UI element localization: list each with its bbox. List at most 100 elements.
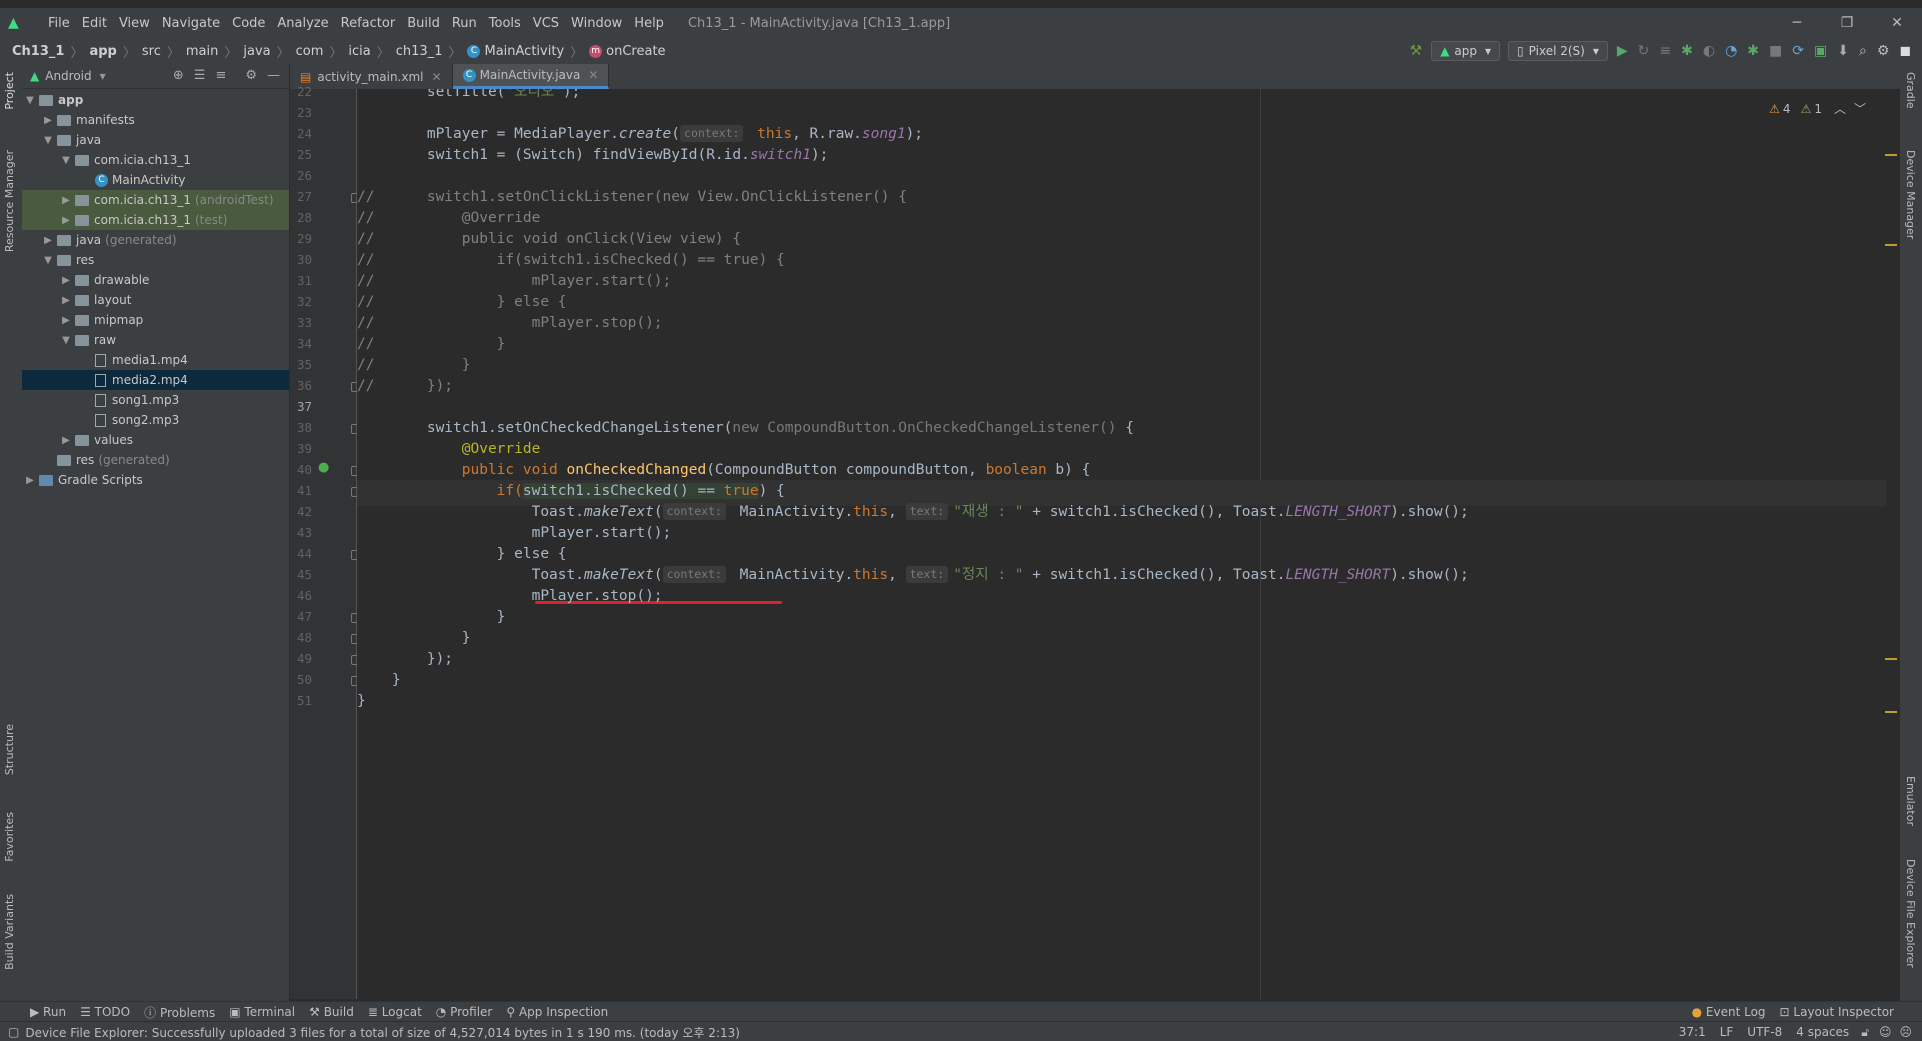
tree-item[interactable]: ▶ manifests xyxy=(22,110,289,130)
tree-item[interactable]: ▶ com.icia.ch13_1 (androidTest) xyxy=(22,190,289,210)
chevron-right-icon[interactable]: ▶ xyxy=(24,475,36,486)
notifications-icon[interactable]: ☹ xyxy=(1899,1025,1912,1039)
tree-item[interactable]: ▶ mipmap xyxy=(22,310,289,330)
menu-view[interactable]: View xyxy=(113,16,156,31)
crumb-com[interactable]: com xyxy=(296,44,324,59)
menu-build[interactable]: Build xyxy=(401,16,446,31)
tree-item[interactable]: res (generated) xyxy=(22,450,289,470)
sync-gradle-icon[interactable]: ⟳ xyxy=(1792,43,1804,59)
layout-inspector-tab[interactable]: ⊡ Layout Inspector xyxy=(1780,1005,1894,1019)
tree-item[interactable]: song2.mp3 xyxy=(22,410,289,430)
terminal-tab[interactable]: ▣ Terminal xyxy=(229,1005,295,1019)
menu-analyze[interactable]: Analyze xyxy=(271,16,334,31)
device-select[interactable]: ▯ Pixel 2(S) ▾ xyxy=(1508,41,1608,61)
line-number[interactable]: 23 xyxy=(290,105,312,120)
code-editor[interactable]: setTitle("오디오"); mPlayer = MediaPlayer.c… xyxy=(357,89,1892,999)
line-number[interactable]: 42 xyxy=(290,504,312,519)
line-number[interactable]: 36 xyxy=(290,378,312,393)
line-number[interactable]: 51 xyxy=(290,693,312,708)
hammer-icon[interactable]: ⚒ xyxy=(1410,43,1423,59)
app-inspection-tab[interactable]: ⚲ App Inspection xyxy=(506,1005,608,1019)
line-number[interactable]: 39 xyxy=(290,441,312,456)
menu-file[interactable]: File xyxy=(42,16,76,31)
tool-tab-device-manager[interactable]: Device Manager xyxy=(1904,150,1917,239)
line-number[interactable]: 26 xyxy=(290,168,312,183)
tree-item[interactable]: ▼ java xyxy=(22,130,289,150)
line-number[interactable]: 35 xyxy=(290,357,312,372)
chevron-down-icon[interactable]: ▼ xyxy=(42,255,54,266)
menu-edit[interactable]: Edit xyxy=(76,16,113,31)
line-number[interactable]: 27 xyxy=(290,189,312,204)
close-icon[interactable]: ✕ xyxy=(1872,8,1922,38)
tree-item[interactable]: song1.mp3 xyxy=(22,390,289,410)
line-separator[interactable]: LF xyxy=(1720,1025,1734,1039)
menu-navigate[interactable]: Navigate xyxy=(156,16,226,31)
line-number[interactable]: 46 xyxy=(290,588,312,603)
menu-help[interactable]: Help xyxy=(628,16,670,31)
tree-item[interactable]: ▼ app xyxy=(22,90,289,110)
chevron-right-icon[interactable]: ▶ xyxy=(42,235,54,246)
tree-item[interactable]: ▼ com.icia.ch13_1 xyxy=(22,150,289,170)
line-number[interactable]: 45 xyxy=(290,567,312,582)
device-manager-icon[interactable]: ▣ xyxy=(1814,43,1827,59)
rerun-icon[interactable]: ↻ xyxy=(1638,43,1650,59)
tool-tab-structure[interactable]: Structure xyxy=(3,724,16,775)
chevron-down-icon[interactable]: ▼ xyxy=(24,95,36,106)
scroll-warning-marker[interactable] xyxy=(1885,244,1897,246)
tool-tab-emulator[interactable]: Emulator xyxy=(1904,776,1917,826)
line-number[interactable]: 28 xyxy=(290,210,312,225)
tool-tab-favorites[interactable]: Favorites xyxy=(3,812,16,862)
hide-icon[interactable]: — xyxy=(267,68,280,83)
line-number[interactable]: 31 xyxy=(290,273,312,288)
tree-item[interactable]: ▼ raw xyxy=(22,330,289,350)
crumb-package[interactable]: ch13_1 xyxy=(396,44,443,59)
chevron-right-icon[interactable]: ▶ xyxy=(60,315,72,326)
line-number[interactable]: 49 xyxy=(290,651,312,666)
chevron-right-icon[interactable]: ▶ xyxy=(60,215,72,226)
locate-icon[interactable]: ⊕ xyxy=(173,68,184,83)
file-encoding[interactable]: UTF-8 xyxy=(1747,1025,1782,1039)
profiler-tab[interactable]: ◔ Profiler xyxy=(436,1005,493,1019)
line-number[interactable]: 32 xyxy=(290,294,312,309)
gear-icon[interactable]: ⚙ xyxy=(245,68,257,83)
settings-icon[interactable]: ⚙ xyxy=(1877,43,1890,59)
problems-tab[interactable]: ⓘ Problems xyxy=(144,1004,215,1021)
chevron-right-icon[interactable]: ▶ xyxy=(60,275,72,286)
menu-run[interactable]: Run xyxy=(446,16,483,31)
line-number[interactable]: 50 xyxy=(290,672,312,687)
line-number[interactable]: 22 xyxy=(290,84,312,99)
tree-item[interactable]: ▶ Gradle Scripts xyxy=(22,470,289,490)
line-number[interactable]: 25 xyxy=(290,147,312,162)
tree-item[interactable]: ▶ values xyxy=(22,430,289,450)
build-tab[interactable]: ⚒ Build xyxy=(309,1005,354,1019)
crumb-java[interactable]: java xyxy=(243,44,270,59)
minimize-icon[interactable]: ─ xyxy=(1772,8,1822,38)
tab-main-activity-java[interactable]: C MainActivity.java ✕ xyxy=(452,64,610,89)
tree-item[interactable]: ▶ drawable xyxy=(22,270,289,290)
crumb-src[interactable]: src xyxy=(142,44,161,59)
tool-tab-resource-manager[interactable]: Resource Manager xyxy=(3,150,16,252)
close-tab-icon[interactable]: ✕ xyxy=(432,70,442,84)
chevron-down-icon[interactable]: ▼ xyxy=(60,155,72,166)
line-number[interactable]: 30 xyxy=(290,252,312,267)
line-number[interactable]: 47 xyxy=(290,609,312,624)
tree-item[interactable]: ▶ layout xyxy=(22,290,289,310)
line-number[interactable]: 40 xyxy=(290,462,312,477)
next-highlight-icon[interactable]: ﹀ xyxy=(1854,100,1866,117)
line-number[interactable]: 38 xyxy=(290,420,312,435)
line-number[interactable]: 48 xyxy=(290,630,312,645)
tree-item[interactable]: C MainActivity xyxy=(22,170,289,190)
editor-scrollbar[interactable] xyxy=(1886,89,1900,999)
event-log-tab[interactable]: ● Event Log xyxy=(1692,1005,1766,1019)
caret-position[interactable]: 37:1 xyxy=(1679,1025,1706,1039)
run-tab[interactable]: ▶ Run xyxy=(30,1005,66,1019)
crumb-main[interactable]: main xyxy=(186,44,218,59)
logcat-tab[interactable]: ≣ Logcat xyxy=(368,1005,422,1019)
crumb-project[interactable]: Ch13_1 xyxy=(12,44,64,59)
line-number[interactable]: 33 xyxy=(290,315,312,330)
crumb-module[interactable]: app xyxy=(89,44,116,59)
scroll-warning-marker[interactable] xyxy=(1885,658,1897,660)
tree-item[interactable]: ▼ res xyxy=(22,250,289,270)
run-config-select[interactable]: ▲ app ▾ xyxy=(1431,41,1501,61)
menu-tools[interactable]: Tools xyxy=(483,16,527,31)
